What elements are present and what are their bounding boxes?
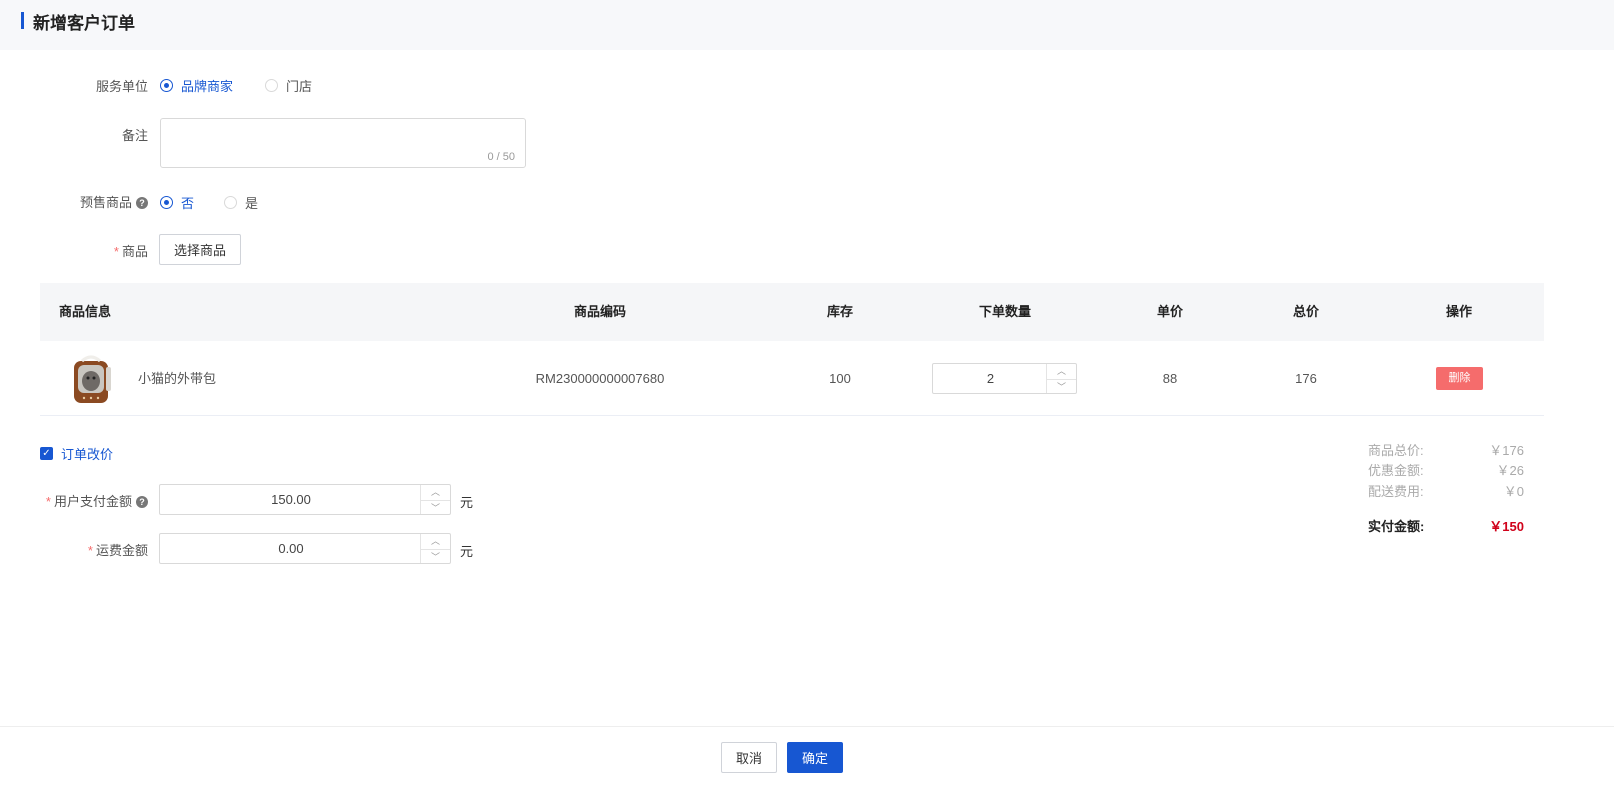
cancel-button[interactable]: 取消 xyxy=(721,742,777,773)
order-price-change-checkbox[interactable]: ✓ 订单改价 xyxy=(40,444,113,463)
checkbox-checked-icon: ✓ xyxy=(40,447,53,460)
summary-paid-label: 实付金额: xyxy=(1368,519,1425,534)
col-order-qty: 下单数量 xyxy=(978,304,1031,319)
remark-textarea-wrapper: 0 / 50 xyxy=(160,118,526,168)
freight-label-text: 运费金额 xyxy=(95,543,148,558)
radio-brand-merchant-label: 品牌商家 xyxy=(181,79,234,94)
goods-label-text: 商品 xyxy=(121,244,148,259)
help-icon[interactable]: ? xyxy=(136,197,148,209)
radio-unchecked-icon xyxy=(224,196,237,209)
radio-presale-no[interactable]: 否 xyxy=(160,193,194,212)
decrement-icon[interactable]: ﹀ xyxy=(1047,378,1076,394)
radio-store-label: 门店 xyxy=(286,79,313,94)
user-payment-label: * 用户支付金额? xyxy=(0,491,148,510)
summary-discount-label: 优惠金额: xyxy=(1368,463,1424,478)
presale-label-text: 预售商品 xyxy=(79,195,132,210)
radio-checked-icon xyxy=(160,196,173,209)
user-payment-value[interactable]: 150.00 xyxy=(160,485,422,514)
radio-checked-icon xyxy=(160,79,173,92)
increment-icon[interactable]: ︿ xyxy=(1047,364,1076,379)
product-name: 小猫的外带包 xyxy=(138,371,217,386)
page-header: 新增客户订单 xyxy=(0,0,1614,50)
total-price: 176 xyxy=(1295,371,1317,386)
page-title: 新增客户订单 xyxy=(33,14,135,33)
footer-divider xyxy=(0,726,1614,727)
col-actions: 操作 xyxy=(1445,304,1472,319)
summary-delivery-value: ￥0 xyxy=(1503,484,1524,499)
summary-discount-value: ￥26 xyxy=(1496,463,1524,478)
freight-label: * 运费金额 xyxy=(0,540,148,559)
delete-button[interactable]: 删除 xyxy=(1436,367,1483,390)
col-goods-code: 商品编码 xyxy=(573,304,626,319)
radio-presale-yes-label: 是 xyxy=(245,196,259,211)
goods-label: * 商品 xyxy=(0,241,148,260)
remark-textarea[interactable] xyxy=(161,119,525,167)
help-icon[interactable]: ? xyxy=(136,496,148,508)
radio-brand-merchant[interactable]: 品牌商家 xyxy=(160,76,233,95)
unit-price: 88 xyxy=(1162,371,1178,386)
user-payment-unit: 元 xyxy=(460,495,474,510)
product-code: RM230000000007680 xyxy=(535,371,665,386)
goods-table: 商品信息 商品编码 库存 下单数量 单价 总价 操作 小猫的外带包 RM2300… xyxy=(40,283,1544,416)
user-payment-stepper-arrows: ︿ ﹀ xyxy=(420,485,450,514)
presale-label: 预售商品? xyxy=(0,192,148,211)
remark-label: 备注 xyxy=(121,128,148,143)
decrement-icon[interactable]: ﹀ xyxy=(421,548,450,564)
quantity-stepper[interactable]: 2 ︿ ﹀ xyxy=(932,363,1077,394)
summary-delivery-label: 配送费用: xyxy=(1368,484,1424,499)
decrement-icon[interactable]: ﹀ xyxy=(421,499,450,515)
col-goods-info: 商品信息 xyxy=(59,304,112,319)
freight-value[interactable]: 0.00 xyxy=(160,534,422,563)
remark-char-counter: 0 / 50 xyxy=(487,151,515,163)
confirm-button[interactable]: 确定 xyxy=(787,742,843,773)
user-payment-label-text: 用户支付金额 xyxy=(53,494,132,509)
quantity-value[interactable]: 2 xyxy=(933,364,1048,393)
freight-unit: 元 xyxy=(460,544,474,559)
increment-icon[interactable]: ︿ xyxy=(421,485,450,500)
freight-stepper[interactable]: 0.00 ︿ ﹀ xyxy=(159,533,451,564)
required-mark: * xyxy=(113,244,119,259)
required-mark: * xyxy=(87,543,93,558)
radio-presale-yes[interactable]: 是 xyxy=(224,193,258,212)
table-header: 商品信息 商品编码 库存 下单数量 单价 总价 操作 xyxy=(40,283,1544,341)
radio-unchecked-icon xyxy=(265,79,278,92)
col-stock: 库存 xyxy=(826,304,853,319)
col-total-price: 总价 xyxy=(1292,304,1319,319)
title-accent-bar xyxy=(21,12,24,29)
summary-paid-value: ￥150 xyxy=(1489,519,1524,534)
freight-stepper-arrows: ︿ ﹀ xyxy=(420,534,450,563)
product-thumbnail xyxy=(74,355,111,403)
summary-goods-total-label: 商品总价: xyxy=(1368,443,1424,458)
radio-presale-no-label: 否 xyxy=(181,196,195,211)
order-price-change-label: 订单改价 xyxy=(61,447,114,462)
required-mark: * xyxy=(45,494,51,509)
product-stock: 100 xyxy=(829,371,851,386)
col-unit-price: 单价 xyxy=(1156,304,1183,319)
select-goods-button[interactable]: 选择商品 xyxy=(159,234,241,265)
radio-store[interactable]: 门店 xyxy=(265,76,312,95)
summary-goods-total-value: ￥176 xyxy=(1489,443,1524,458)
user-payment-stepper[interactable]: 150.00 ︿ ﹀ xyxy=(159,484,451,515)
increment-icon[interactable]: ︿ xyxy=(421,534,450,549)
table-row: 小猫的外带包 RM230000000007680 100 2 ︿ ﹀ 88 17… xyxy=(40,341,1544,416)
service-unit-label: 服务单位 xyxy=(95,79,148,94)
quantity-stepper-arrows: ︿ ﹀ xyxy=(1046,364,1076,393)
